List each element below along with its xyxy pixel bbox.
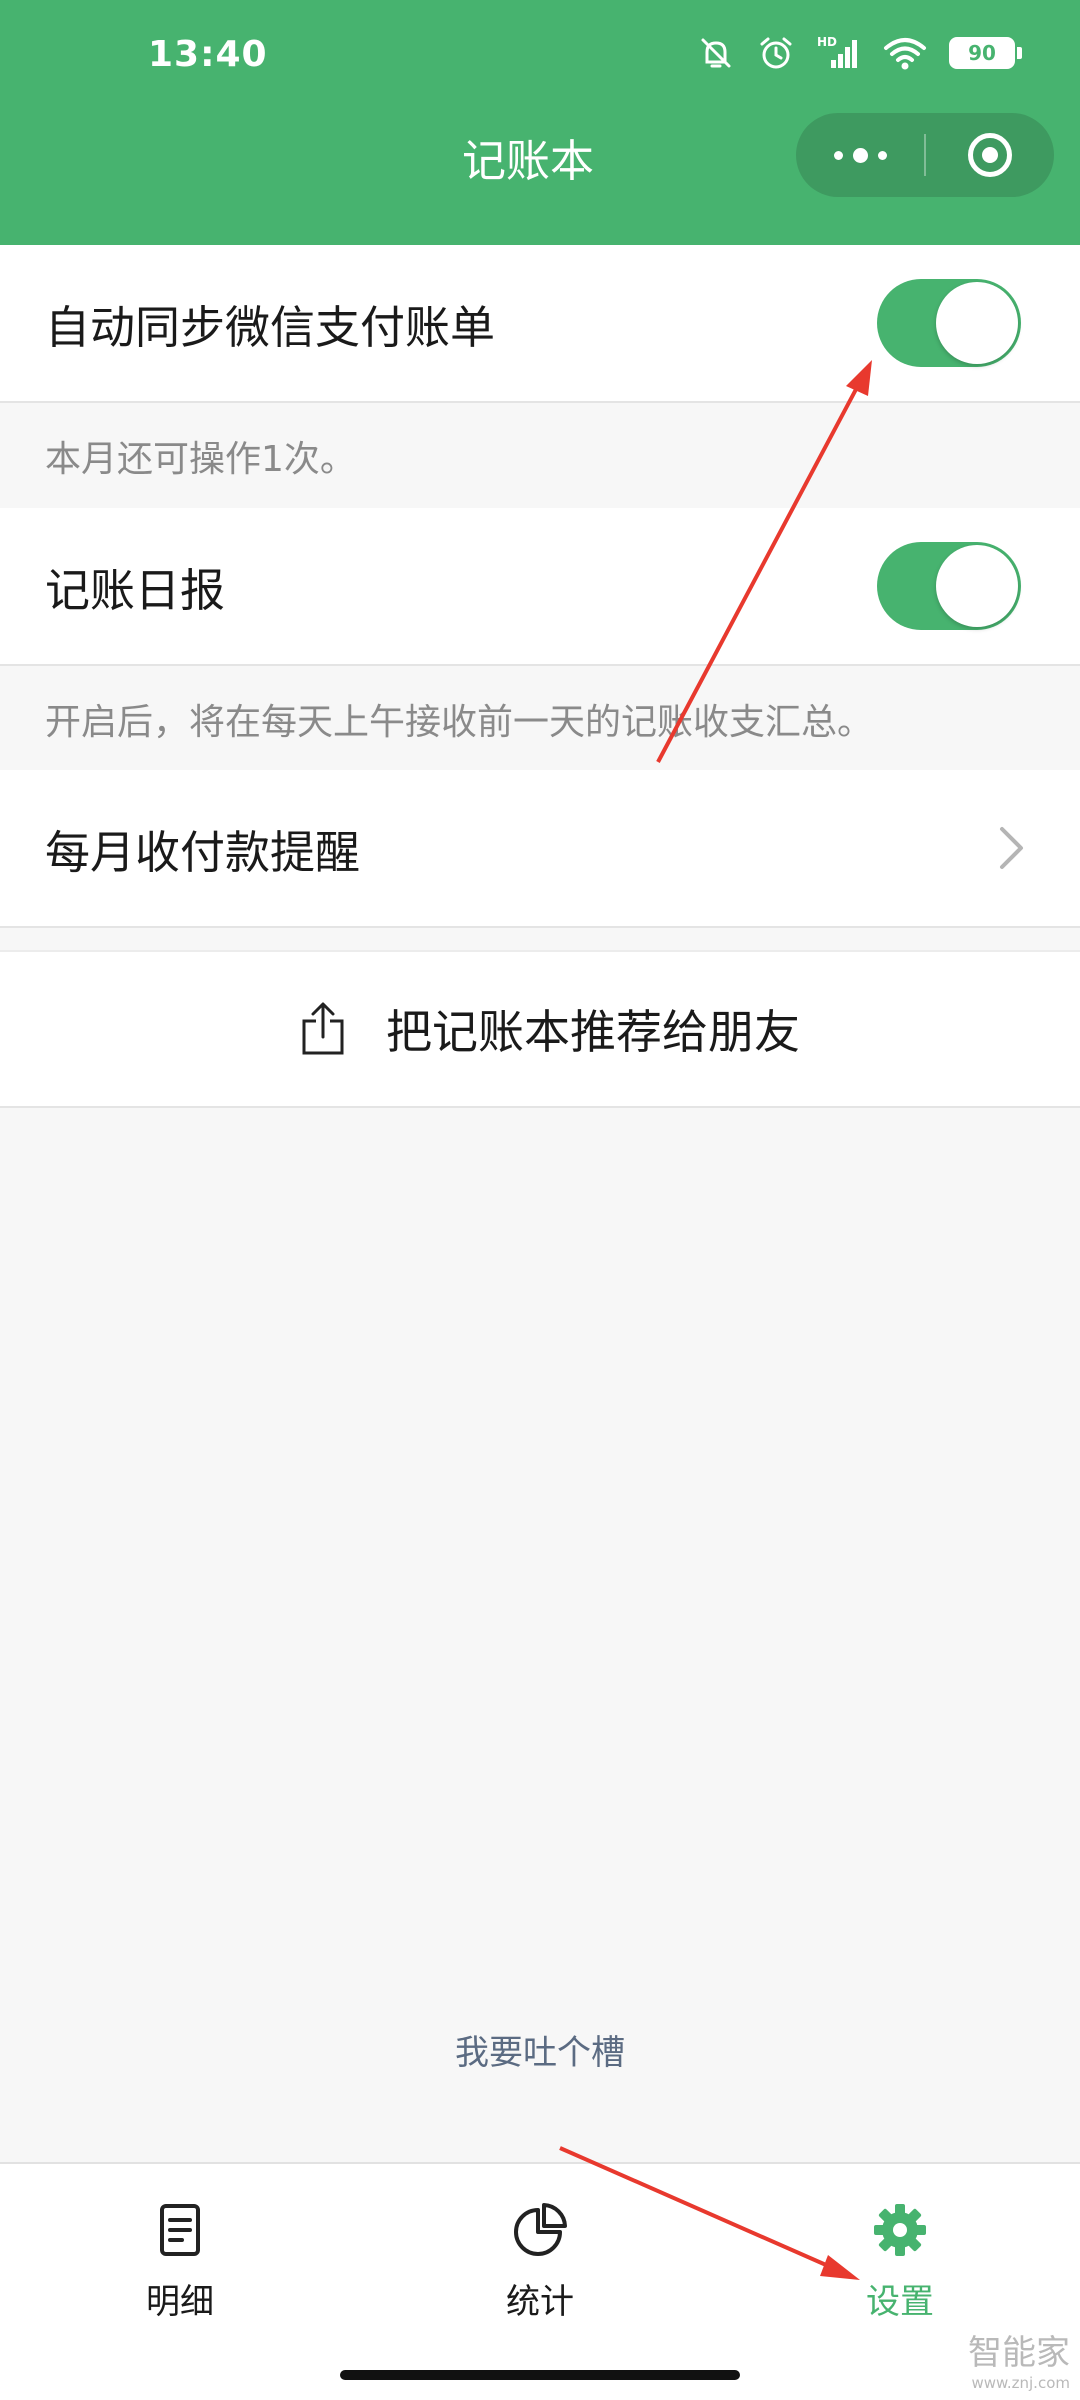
signal-hd-icon: HD [817,35,857,68]
tab-settings[interactable]: 设置 [800,2202,1000,2323]
document-icon [160,2204,200,2256]
tab-stats[interactable]: 统计 [440,2202,640,2323]
watermark-sub: www.znj.com [971,2374,1070,2392]
setting-label-monthly-reminder: 每月收付款提醒 [45,825,361,879]
watermark: 智能家 www.znj.com [968,2325,1070,2392]
mute-bell-icon [701,38,731,68]
setting-row-daily-report: 记账日报 [0,508,1080,666]
tab-label: 统计 [506,2282,574,2322]
watermark-main: 智能家 [968,2333,1070,2373]
share-row[interactable]: 把记账本推荐给朋友 [0,950,1080,1108]
tab-label: 设置 [866,2282,934,2322]
share-icon [302,1002,344,1055]
setting-row-auto-sync: 自动同步微信支付账单 [0,245,1080,403]
auto-sync-hint: 本月还可操作1次。 [45,439,356,480]
home-indicator[interactable] [340,2370,740,2380]
tab-bar: 明细 统计 设置 [0,2162,1080,2400]
daily-report-toggle[interactable] [877,542,1021,630]
screen: 13:40 HD 90 记账本 自动同步微信支付账单 本月还可操作1次。 记账日… [0,0,1080,2400]
battery-level: 90 [968,41,996,65]
svg-text:HD: HD [817,35,837,49]
more-dots-icon [833,150,843,160]
status-bar: 13:40 HD 90 [0,0,1080,120]
auto-sync-toggle[interactable] [877,279,1021,367]
feedback-link[interactable]: 我要吐个槽 [0,2025,1080,2074]
pie-chart-icon [514,2203,567,2256]
share-label: 把记账本推荐给朋友 [386,1005,800,1059]
tab-label: 明细 [146,2282,214,2322]
close-mini-program-button[interactable] [926,113,1054,197]
chevron-right-icon [1000,827,1023,869]
more-button[interactable] [796,113,924,197]
daily-report-hint: 开启后，将在每天上午接收前一天的记账收支汇总。 [45,702,874,743]
setting-label-daily-report: 记账日报 [45,563,226,617]
setting-label-auto-sync: 自动同步微信支付账单 [45,300,496,354]
alarm-icon [760,37,792,69]
gear-icon [874,2204,926,2256]
header: 13:40 HD 90 记账本 [0,0,1080,245]
tab-details[interactable]: 明细 [80,2202,280,2323]
battery-icon: 90 [949,37,1022,69]
toggle-knob [936,282,1018,364]
status-icons: HD 90 [697,34,1022,72]
toggle-knob [936,545,1018,627]
status-time: 13:40 [148,34,268,75]
mini-program-capsule [796,113,1054,197]
wifi-icon [884,38,926,70]
setting-row-monthly-reminder[interactable]: 每月收付款提醒 [0,770,1080,928]
target-icon [968,133,1012,177]
